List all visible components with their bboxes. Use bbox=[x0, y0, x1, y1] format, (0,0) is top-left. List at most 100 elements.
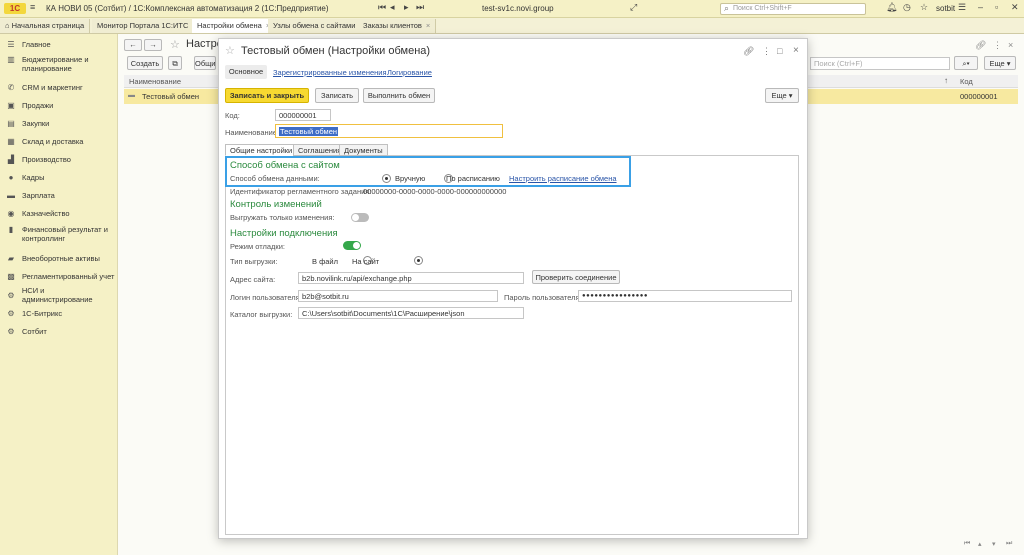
bell-icon[interactable]: 🔔︎ bbox=[886, 2, 897, 13]
user-name[interactable]: sotbit bbox=[936, 4, 955, 13]
sidebar-item-crm[interactable]: ✆ CRM и маркетинг bbox=[6, 79, 116, 95]
sidebar-item-financial[interactable]: ▮ Финансовый результат и контроллинг bbox=[6, 225, 116, 245]
list-search-input[interactable]: Поиск (Ctrl+F) bbox=[810, 57, 950, 70]
nav-registered-changes[interactable]: Зарегистрированные изменения bbox=[273, 68, 387, 77]
run-exchange-button[interactable]: Выполнить обмен bbox=[363, 88, 435, 103]
sidebar-item-production[interactable]: ▟ Производство bbox=[6, 151, 116, 167]
check-connection-button[interactable]: Проверить соединение bbox=[532, 270, 620, 284]
sidebar-item-budget[interactable]: ▥ Бюджетирование и планирование bbox=[6, 55, 116, 75]
radio-manual[interactable] bbox=[382, 174, 391, 183]
sidebar-item-treasury[interactable]: ◉ Казначейство bbox=[6, 205, 116, 221]
list-more-button[interactable]: Еще ▾ bbox=[984, 56, 1016, 70]
login-label: Логин пользователя: bbox=[230, 293, 302, 302]
only-changes-toggle[interactable] bbox=[351, 213, 370, 222]
sidebar-item-assets[interactable]: ▰ Внеоборотные активы bbox=[6, 250, 116, 266]
forward-button[interactable]: → bbox=[144, 39, 162, 51]
label-line1: Бюджетирование и bbox=[22, 55, 89, 64]
sidebar-item-label: Регламентированный учет bbox=[22, 271, 115, 281]
col-name-header[interactable]: Наименование bbox=[129, 77, 181, 86]
sidebar-item-label: Сотбит bbox=[22, 326, 47, 336]
page-prev-icon[interactable]: ▴ bbox=[978, 540, 982, 548]
more-vert-icon[interactable]: ⋮ bbox=[762, 46, 771, 57]
tab-general-settings[interactable]: Общие настройки bbox=[225, 144, 298, 156]
upload-dir-field[interactable]: C:\Users\sotbit\Documents\1C\Расширение\… bbox=[298, 307, 524, 319]
more-vert-icon[interactable]: ⋮ bbox=[993, 40, 1002, 51]
nav-main[interactable]: Основное bbox=[225, 65, 267, 79]
nav-forward-icon[interactable]: ▸ bbox=[404, 2, 409, 13]
nav-back-icon[interactable]: ◂ bbox=[390, 2, 395, 13]
login-field[interactable]: b2b@sotbit.ru bbox=[298, 290, 498, 302]
global-search[interactable]: ⌕ Поиск Ctrl+Shift+F bbox=[720, 3, 866, 15]
wallet-icon: ▬ bbox=[7, 190, 15, 200]
history-icon[interactable]: ◷ bbox=[903, 2, 911, 13]
search-button[interactable]: ⌕▾ bbox=[954, 56, 978, 70]
site-address-field[interactable]: b2b.novilink.ru/api/exchange.php bbox=[298, 272, 524, 284]
settings-icon[interactable]: ☰ bbox=[958, 2, 966, 13]
link-icon[interactable]: 🔗︎ bbox=[975, 40, 986, 51]
password-field[interactable]: ●●●●●●●●●●●●●●●● bbox=[578, 290, 792, 302]
tab-home[interactable]: ⌂ Начальная страница bbox=[0, 19, 91, 33]
radio-scheduled-label[interactable]: По расписанию bbox=[446, 174, 500, 183]
nav-log[interactable]: Логирование bbox=[387, 68, 432, 77]
maximize-icon[interactable]: ▫ bbox=[995, 2, 998, 12]
radio-manual-label[interactable]: Вручную bbox=[395, 174, 425, 183]
general-button[interactable]: Общи bbox=[194, 56, 216, 70]
name-field[interactable]: Тестовый обмен bbox=[275, 124, 503, 138]
radio-to-file-label[interactable]: В файл bbox=[312, 257, 338, 266]
sidebar-item-label: Казначейство bbox=[22, 208, 70, 218]
nav-first-icon[interactable]: ⏮ bbox=[378, 2, 386, 13]
tab-exchange-settings[interactable]: Настройки обмена× bbox=[192, 19, 277, 33]
sidebar-item-label: Главное bbox=[22, 39, 51, 49]
sidebar-item-sotbit[interactable]: ⚙ Сотбит bbox=[6, 323, 116, 339]
save-button[interactable]: Записать bbox=[315, 88, 359, 103]
close-icon[interactable]: × bbox=[793, 45, 799, 56]
tab-site-nodes[interactable]: Узлы обмена с сайтами× bbox=[268, 19, 370, 33]
tab-label: Заказы клиентов bbox=[363, 21, 422, 30]
page-last-icon[interactable]: ⏭ bbox=[1006, 540, 1012, 548]
sidebar-item-main[interactable]: ☰ Главное bbox=[6, 36, 116, 52]
close-icon[interactable]: × bbox=[426, 21, 430, 30]
tab-label: Узлы обмена с сайтами bbox=[273, 21, 356, 30]
save-and-close-button[interactable]: Записать и закрыть bbox=[225, 88, 309, 103]
favorite-star-icon[interactable]: ☆ bbox=[225, 44, 235, 57]
copy-button[interactable]: ⧉ bbox=[168, 56, 182, 70]
code-field[interactable]: 000000001 bbox=[275, 109, 331, 121]
truck-icon: ▦ bbox=[7, 136, 15, 146]
link-icon[interactable]: 🔗︎ bbox=[743, 46, 754, 57]
configure-schedule-link[interactable]: Настроить расписание обмена bbox=[509, 174, 617, 183]
page-first-icon[interactable]: ⏮ bbox=[964, 540, 970, 548]
sidebar-item-purchases[interactable]: ▤ Закупки bbox=[6, 115, 116, 131]
more-button[interactable]: Еще ▾ bbox=[765, 88, 799, 103]
sort-arrow-icon[interactable]: ↑ bbox=[944, 76, 948, 85]
sidebar-item-label: Закупки bbox=[22, 118, 50, 128]
external-link-icon[interactable]: ⤢ bbox=[630, 2, 637, 13]
exchange-method-heading: Способ обмена с сайтом bbox=[230, 160, 340, 171]
tab-customer-orders[interactable]: Заказы клиентов × bbox=[358, 19, 437, 33]
close-window-icon[interactable]: ✕ bbox=[1011, 2, 1019, 13]
sidebar-item-sales[interactable]: ▣ Продажи bbox=[6, 97, 116, 113]
sidebar-item-regulated[interactable]: ▩ Регламентированный учет bbox=[6, 268, 116, 284]
close-icon[interactable]: × bbox=[1008, 40, 1013, 50]
page-next-icon[interactable]: ▾ bbox=[992, 540, 996, 548]
nav-last-icon[interactable]: ⏭ bbox=[416, 2, 424, 13]
favorites-icon[interactable]: ☆ bbox=[920, 2, 928, 13]
menu-icon[interactable]: ≡ bbox=[30, 2, 35, 12]
sidebar-item-hr[interactable]: ● Кадры bbox=[6, 169, 116, 185]
gear-icon: ⚙ bbox=[7, 290, 15, 300]
sidebar-item-warehouse[interactable]: ▦ Склад и доставка bbox=[6, 133, 116, 149]
favorite-star-icon[interactable]: ☆ bbox=[170, 38, 180, 51]
sidebar-item-salary[interactable]: ▬ Зарплата bbox=[6, 187, 116, 203]
col-code-header[interactable]: Код bbox=[960, 77, 973, 86]
debug-mode-toggle[interactable] bbox=[342, 241, 361, 250]
create-button[interactable]: Создать bbox=[127, 56, 163, 70]
minimize-icon[interactable]: – bbox=[978, 2, 983, 12]
more-label: Еще bbox=[771, 91, 787, 100]
back-button[interactable]: ← bbox=[124, 39, 142, 51]
maximize-icon[interactable]: □ bbox=[777, 46, 782, 56]
sidebar-item-admin[interactable]: ⚙ НСИ и администрирование bbox=[6, 286, 116, 304]
title-bar: 1С ≡ КА НОВИ 05 (Сотбит) / 1С:Комплексна… bbox=[0, 0, 1024, 18]
sidebar-item-bitrix[interactable]: ⚙ 1С-Битрикс bbox=[6, 305, 116, 321]
radio-to-site-label[interactable]: На сайт bbox=[352, 257, 379, 266]
tab-its-monitor[interactable]: Монитор Портала 1С:ИТС× bbox=[92, 19, 203, 33]
tab-documents[interactable]: Документы bbox=[339, 144, 388, 156]
